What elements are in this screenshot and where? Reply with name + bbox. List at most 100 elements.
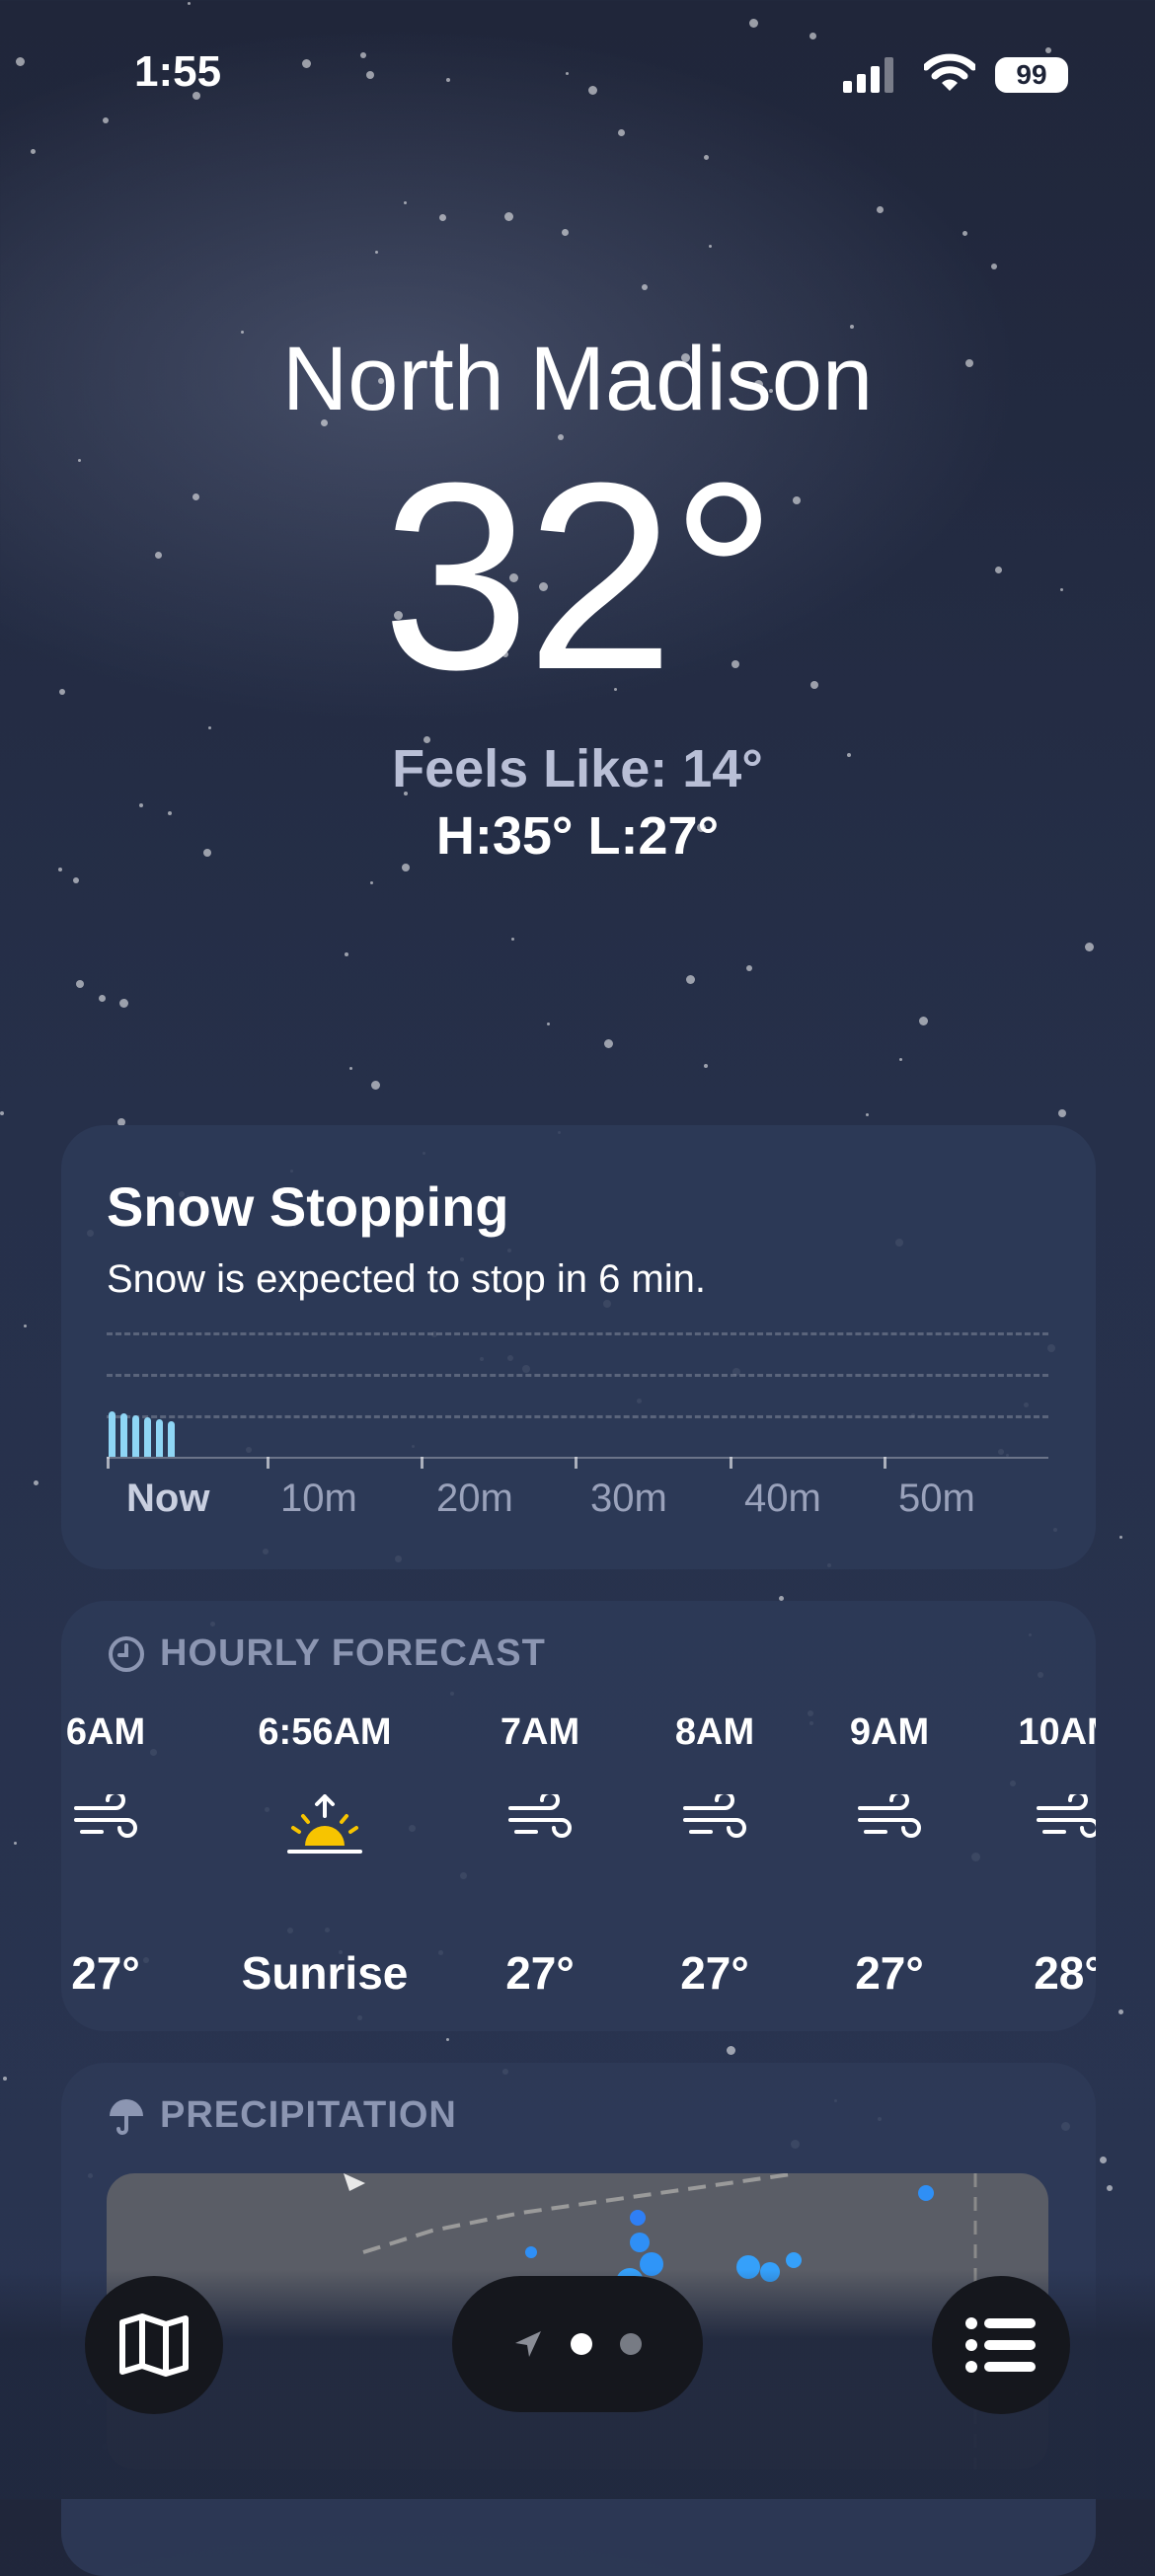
snowflake [73, 877, 79, 883]
location-name: North Madison [281, 329, 874, 429]
wind-icon [856, 1790, 923, 1851]
snowflake [360, 52, 366, 58]
snowflake [809, 33, 816, 39]
snowflake [704, 155, 709, 160]
hourly-temperature: 28° [1034, 1947, 1096, 1999]
time-label: 30m [590, 1477, 667, 1520]
page-dot-active[interactable] [571, 2333, 592, 2355]
clock-icon [109, 1635, 144, 1672]
snowflake [1118, 2009, 1123, 2014]
list-icon [965, 2317, 1036, 2373]
chart-tick [884, 1457, 886, 1469]
snowflake [119, 999, 128, 1008]
current-temperature: 32° [381, 428, 777, 725]
snowflake [866, 1113, 869, 1116]
snowflake [642, 284, 648, 290]
precip-title: Snow Stopping [107, 1175, 509, 1238]
next-hour-precipitation-card[interactable]: Snow Stopping Snow is expected to stop i… [61, 1125, 1096, 1569]
snowflake [1058, 1109, 1066, 1117]
snowflake [375, 251, 378, 254]
snowflake [746, 965, 752, 971]
snowflake [588, 86, 597, 95]
chart-tick [267, 1457, 270, 1469]
high-low: H:35° L:27° [435, 806, 720, 866]
precip-bar [156, 1419, 163, 1457]
feels-like: Feels Like: 14° [392, 739, 763, 798]
cellular-signal-icon [843, 57, 893, 93]
snowflake [1045, 47, 1051, 53]
time-label-now: Now [126, 1477, 210, 1520]
snowflake [562, 229, 569, 236]
hourly-time: 7AM [500, 1711, 580, 1753]
time-label: 20m [436, 1477, 513, 1520]
chart-tick [730, 1457, 732, 1469]
precipitation-title: PRECIPITATION [160, 2094, 457, 2136]
snowflake [439, 214, 446, 221]
snowflake [504, 212, 513, 221]
hourly-temperature: 27° [680, 1947, 749, 1999]
snowflake [704, 1064, 708, 1068]
chart-baseline [107, 1457, 1048, 1459]
chart-gridline [107, 1332, 1048, 1335]
time-label: 10m [280, 1477, 357, 1520]
wind-icon [506, 1790, 574, 1851]
snowflake [1085, 943, 1094, 951]
location-arrow-icon [515, 2331, 541, 2357]
snowflake [188, 2, 191, 5]
snowflake [371, 1081, 380, 1090]
snowflake [208, 726, 211, 729]
snowflake [877, 206, 884, 213]
hourly-forecast-header: HOURLY FORECAST [107, 1632, 546, 1675]
hourly-temperature: Sunrise [241, 1947, 409, 1999]
chart-tick [107, 1457, 110, 1469]
snowflake [366, 71, 374, 79]
snowflake [446, 78, 450, 82]
snowflake [991, 264, 997, 269]
page-dot[interactable] [620, 2333, 642, 2355]
time-label: 50m [898, 1477, 975, 1520]
snowflake [76, 980, 84, 988]
hourly-temperature: 27° [71, 1947, 140, 1999]
page-indicator[interactable] [452, 2276, 703, 2412]
snowflake [404, 201, 407, 204]
snowflake [349, 1067, 352, 1070]
snowflake [14, 1842, 17, 1845]
snowflake [3, 2077, 7, 2081]
snowflake [1100, 2157, 1107, 2163]
locations-list-button[interactable] [932, 2276, 1070, 2414]
precip-bar [144, 1417, 151, 1457]
snowflake [686, 975, 695, 984]
umbrella-icon [110, 2098, 143, 2135]
hourly-time: 8AM [674, 1711, 755, 1753]
battery-indicator: 99 [995, 57, 1068, 93]
snowflake [511, 938, 514, 941]
snowflake [604, 1039, 613, 1048]
snowflake [24, 1325, 27, 1327]
wind-icon [681, 1790, 748, 1851]
wind-icon [72, 1790, 139, 1851]
snowflake [370, 881, 373, 884]
hourly-forecast-card[interactable]: HOURLY FORECAST 6AM 27° 6:56AM Sunrise 7AM 27… [61, 1601, 1096, 2031]
chart-tick [421, 1457, 424, 1469]
snowflake [547, 1023, 550, 1025]
precip-bar [168, 1421, 175, 1457]
snowflake [99, 995, 106, 1002]
snowflake [566, 72, 569, 75]
map-button[interactable] [85, 2276, 223, 2414]
hourly-time: 9AM [849, 1711, 930, 1753]
snowflake [1119, 1536, 1122, 1539]
chart-gridline [107, 1415, 1048, 1418]
snowflake [727, 2046, 735, 2055]
precip-bar [120, 1413, 127, 1457]
snowflake [302, 59, 311, 68]
chart-gridline [107, 1374, 1048, 1377]
snowflake [962, 231, 967, 236]
precip-bar [132, 1415, 139, 1457]
sunrise-icon [285, 1794, 364, 1862]
status-time: 1:55 [134, 47, 222, 96]
precipitation-header: PRECIPITATION [107, 2094, 457, 2137]
hourly-time: 10AM [1018, 1711, 1096, 1753]
snowflake [1107, 2185, 1113, 2191]
snowflake [618, 129, 625, 136]
snowflake [34, 1480, 38, 1485]
